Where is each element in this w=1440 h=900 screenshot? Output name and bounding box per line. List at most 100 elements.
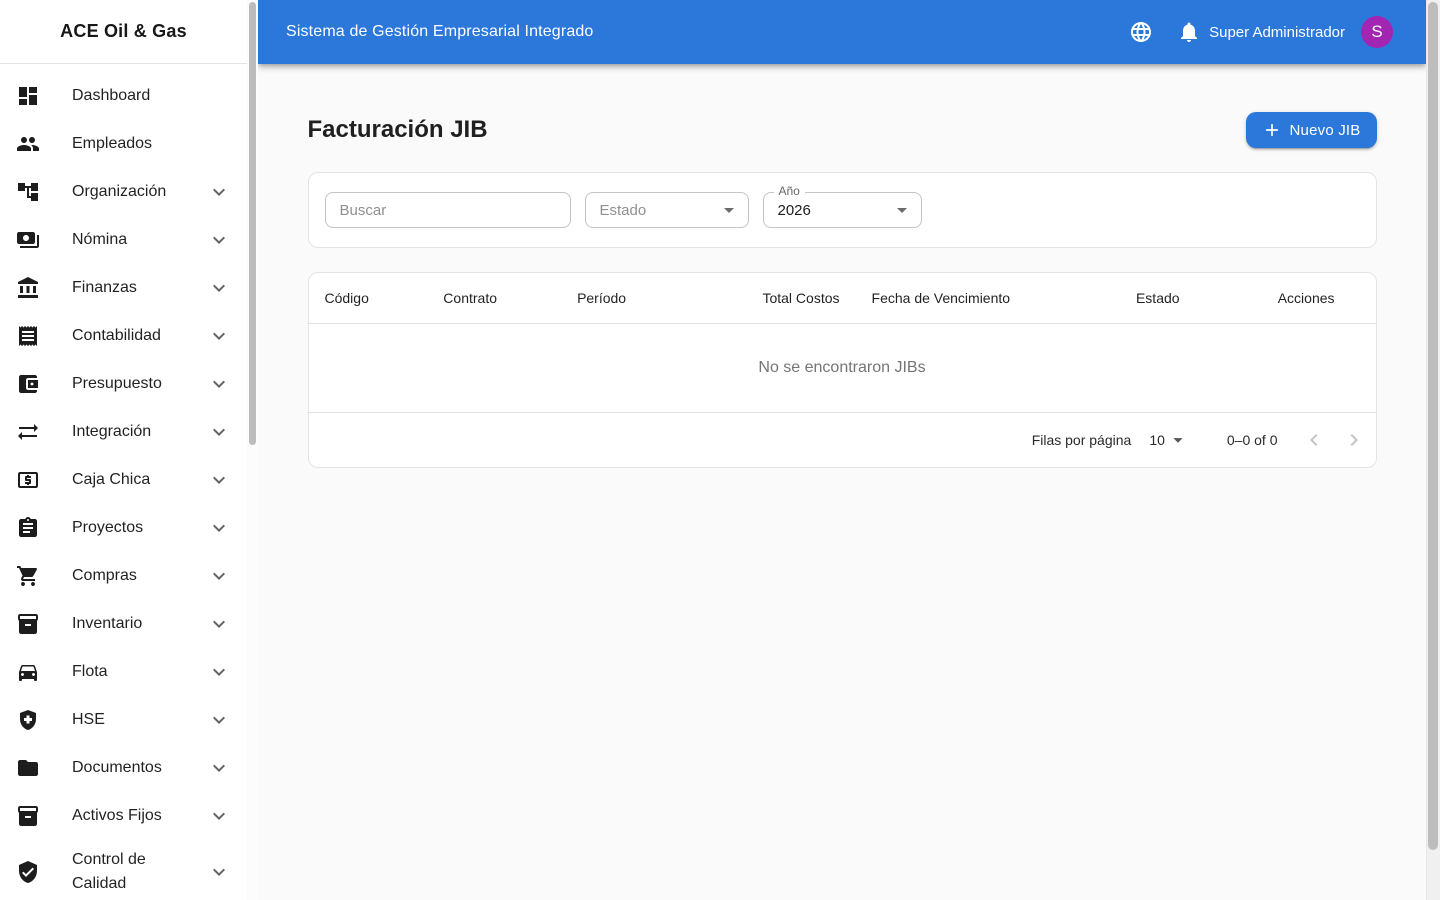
app-brand: ACE Oil & Gas	[0, 0, 258, 64]
chevron-down-icon	[207, 660, 231, 684]
dashboard-icon	[16, 84, 40, 108]
sidebar-item-flota[interactable]: Flota	[0, 648, 258, 696]
people-icon	[16, 132, 40, 156]
arrow-drop-down-icon	[717, 198, 741, 222]
appbar-title: Sistema de Gestión Empresarial Integrado	[286, 23, 594, 40]
column-header-estado: Estado	[1135, 290, 1180, 306]
column-header-contrato: Contrato	[443, 290, 497, 306]
jib-table-card: Código Contrato Período Total Costos Fecha d…	[307, 272, 1377, 468]
sidebar-item-organizacion[interactable]: Organización	[0, 168, 258, 216]
filters-card: Estado Año 2026	[307, 172, 1377, 248]
table-empty-message: No se encontraron JIBs	[308, 324, 1376, 413]
arrow-drop-down-icon	[1165, 429, 1189, 451]
sidebar-item-empleados[interactable]: Empleados	[0, 120, 258, 168]
appbar-actions: Super Administrador S	[1129, 16, 1402, 48]
app-root: ACE Oil & Gas Dashboard Empleados Organi…	[0, 0, 1440, 900]
new-jib-button[interactable]: Nuevo JIB	[1245, 112, 1377, 148]
main-region: Sistema de Gestión Empresarial Integrado…	[258, 0, 1426, 900]
page-scrollbar[interactable]	[1426, 0, 1440, 900]
sidebar-item-control-de-calidad[interactable]: Control de Calidad	[0, 840, 258, 899]
chevron-down-icon	[207, 612, 231, 636]
bank-icon	[16, 276, 40, 300]
chevron-down-icon	[207, 708, 231, 732]
car-icon	[16, 660, 40, 684]
pagination-range: 0–0 of 0	[1226, 432, 1278, 448]
sidebar-item-inventario[interactable]: Inventario	[0, 600, 258, 648]
page-scrollbar-thumb[interactable]	[1428, 2, 1438, 850]
chevron-down-icon	[207, 468, 231, 492]
rows-per-page-label: Filas por página	[1031, 432, 1132, 448]
arrow-drop-down-icon	[890, 198, 914, 222]
shopping-cart-icon	[16, 564, 40, 588]
chevron-down-icon	[207, 228, 231, 252]
sidebar-item-finanzas[interactable]: Finanzas	[0, 264, 258, 312]
estado-select-value: Estado	[599, 201, 647, 219]
payments-card-icon	[16, 228, 40, 252]
sidebar-item-documentos[interactable]: Documentos	[0, 744, 258, 792]
column-header-fecha-de-vencimiento: Fecha de Vencimiento	[871, 290, 1011, 306]
page-header: Facturación JIB Nuevo JIB	[308, 112, 1377, 148]
inventory-box-icon	[16, 804, 40, 828]
wallet-icon	[16, 372, 40, 396]
sidebar-item-presupuesto[interactable]: Presupuesto	[0, 360, 258, 408]
sidebar-item-compras[interactable]: Compras	[0, 552, 258, 600]
chevron-down-icon	[207, 564, 231, 588]
sidebar-item-caja-chica[interactable]: Caja Chica	[0, 456, 258, 504]
anio-select[interactable]: Año 2026	[762, 184, 922, 228]
sidebar-item-dashboard[interactable]: Dashboard	[0, 72, 258, 120]
chevron-down-icon	[207, 756, 231, 780]
previous-page-button[interactable]	[1294, 420, 1334, 460]
health-shield-icon	[16, 708, 40, 732]
column-header-periodo: Período	[577, 290, 627, 306]
chevron-down-icon	[207, 324, 231, 348]
anio-select-label: Año	[773, 184, 805, 199]
chevron-down-icon	[207, 180, 231, 204]
sidebar-nav: Dashboard Empleados Organización Nómina …	[0, 64, 258, 899]
table-header-row: Código Contrato Período Total Costos Fecha d…	[308, 273, 1376, 324]
verified-shield-icon	[16, 860, 40, 884]
language-button[interactable]	[1129, 20, 1153, 44]
column-header-codigo: Código	[324, 290, 369, 306]
sidebar-item-hse[interactable]: HSE	[0, 696, 258, 744]
page-content: Facturación JIB Nuevo JIB Estado	[258, 64, 1426, 900]
column-header-total-costos: Total Costos	[762, 290, 840, 306]
folder-icon	[16, 756, 40, 780]
rows-per-page-select[interactable]: 10	[1149, 429, 1189, 451]
chevron-right-icon	[1342, 428, 1366, 452]
appbar: Sistema de Gestión Empresarial Integrado…	[258, 0, 1426, 64]
chevron-down-icon	[207, 420, 231, 444]
new-jib-button-label: Nuevo JIB	[1289, 121, 1361, 139]
sidebar-item-proyectos[interactable]: Proyectos	[0, 504, 258, 552]
sidebar-item-activos-fijos[interactable]: Activos Fijos	[0, 792, 258, 840]
sidebar-item-contabilidad[interactable]: Contabilidad	[0, 312, 258, 360]
chevron-down-icon	[207, 516, 231, 540]
column-header-acciones: Acciones	[1277, 290, 1335, 306]
globe-icon	[1129, 20, 1153, 44]
table-pagination: Filas por página 10 0–0 of 0	[309, 413, 1376, 467]
swap-arrows-icon	[16, 420, 40, 444]
notifications-button[interactable]	[1177, 20, 1201, 44]
sidebar-item-nomina[interactable]: Nómina	[0, 216, 258, 264]
clipboard-icon	[16, 516, 40, 540]
sidebar-scrollbar-thumb[interactable]	[249, 2, 256, 445]
chevron-down-icon	[207, 276, 231, 300]
org-tree-icon	[16, 180, 40, 204]
chevron-down-icon	[207, 804, 231, 828]
next-page-button[interactable]	[1334, 420, 1374, 460]
search-input[interactable]	[324, 192, 571, 228]
user-name: Super Administrador	[1209, 23, 1345, 41]
chevron-left-icon	[1302, 428, 1326, 452]
cash-icon	[16, 468, 40, 492]
sidebar-item-integracion[interactable]: Integración	[0, 408, 258, 456]
inventory-box-icon	[16, 612, 40, 636]
sidebar: ACE Oil & Gas Dashboard Empleados Organi…	[0, 0, 258, 900]
estado-select[interactable]: Estado	[584, 192, 749, 228]
anio-select-value: 2026	[777, 201, 811, 219]
bell-icon	[1177, 20, 1201, 44]
chevron-down-icon	[207, 860, 231, 884]
avatar[interactable]: S	[1361, 16, 1393, 48]
sidebar-scrollbar[interactable]	[247, 0, 258, 900]
plus-icon	[1262, 120, 1282, 140]
chevron-down-icon	[207, 372, 231, 396]
receipt-icon	[16, 324, 40, 348]
